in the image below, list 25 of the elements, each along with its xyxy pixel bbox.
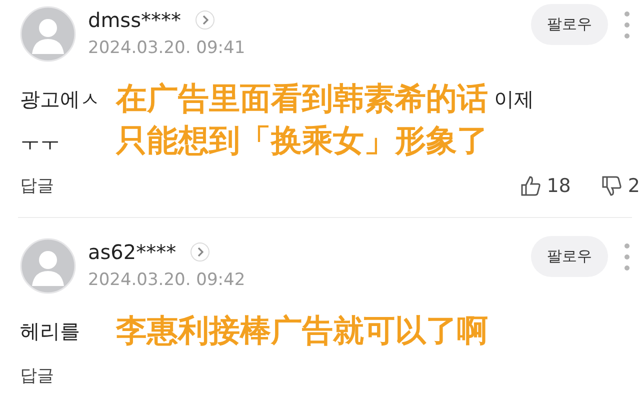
follow-button[interactable]: 팔로우 [531,4,608,45]
follow-button[interactable]: 팔로우 [531,236,608,277]
avatar-icon [20,6,76,62]
comment-text: 이제 [494,86,534,113]
chevron-icon[interactable] [195,10,216,30]
reply-link[interactable]: 답글 [20,174,520,197]
chevron-icon[interactable] [190,242,210,262]
caption-text: 李惠利接棒广告就可以了啊 [116,312,488,350]
caption-text: 在广告里面看到韩素希的话 [116,80,488,118]
comment-text: 광고에ㅅ [20,86,101,113]
comment-date: 2024.03.20. 09:41 [88,38,246,58]
reply-link[interactable]: 답글 [20,364,640,387]
avatar-icon [20,238,76,294]
caption-text: 只能想到「换乘女」形象了 [116,122,488,160]
comment-date: 2024.03.20. 09:42 [88,270,246,290]
username[interactable]: dmss**** [88,8,182,32]
comment-text: 헤리를 [20,318,81,345]
username[interactable]: as62**** [88,240,176,264]
more-icon[interactable] [624,242,630,272]
more-icon[interactable] [624,10,630,40]
thumbs-down-icon[interactable] [600,174,623,196]
like-count: 18 [546,174,571,196]
dislike-count: 2 [628,174,640,196]
comment-text: ㅜㅜ [20,128,61,155]
thumbs-up-icon[interactable] [520,174,542,196]
